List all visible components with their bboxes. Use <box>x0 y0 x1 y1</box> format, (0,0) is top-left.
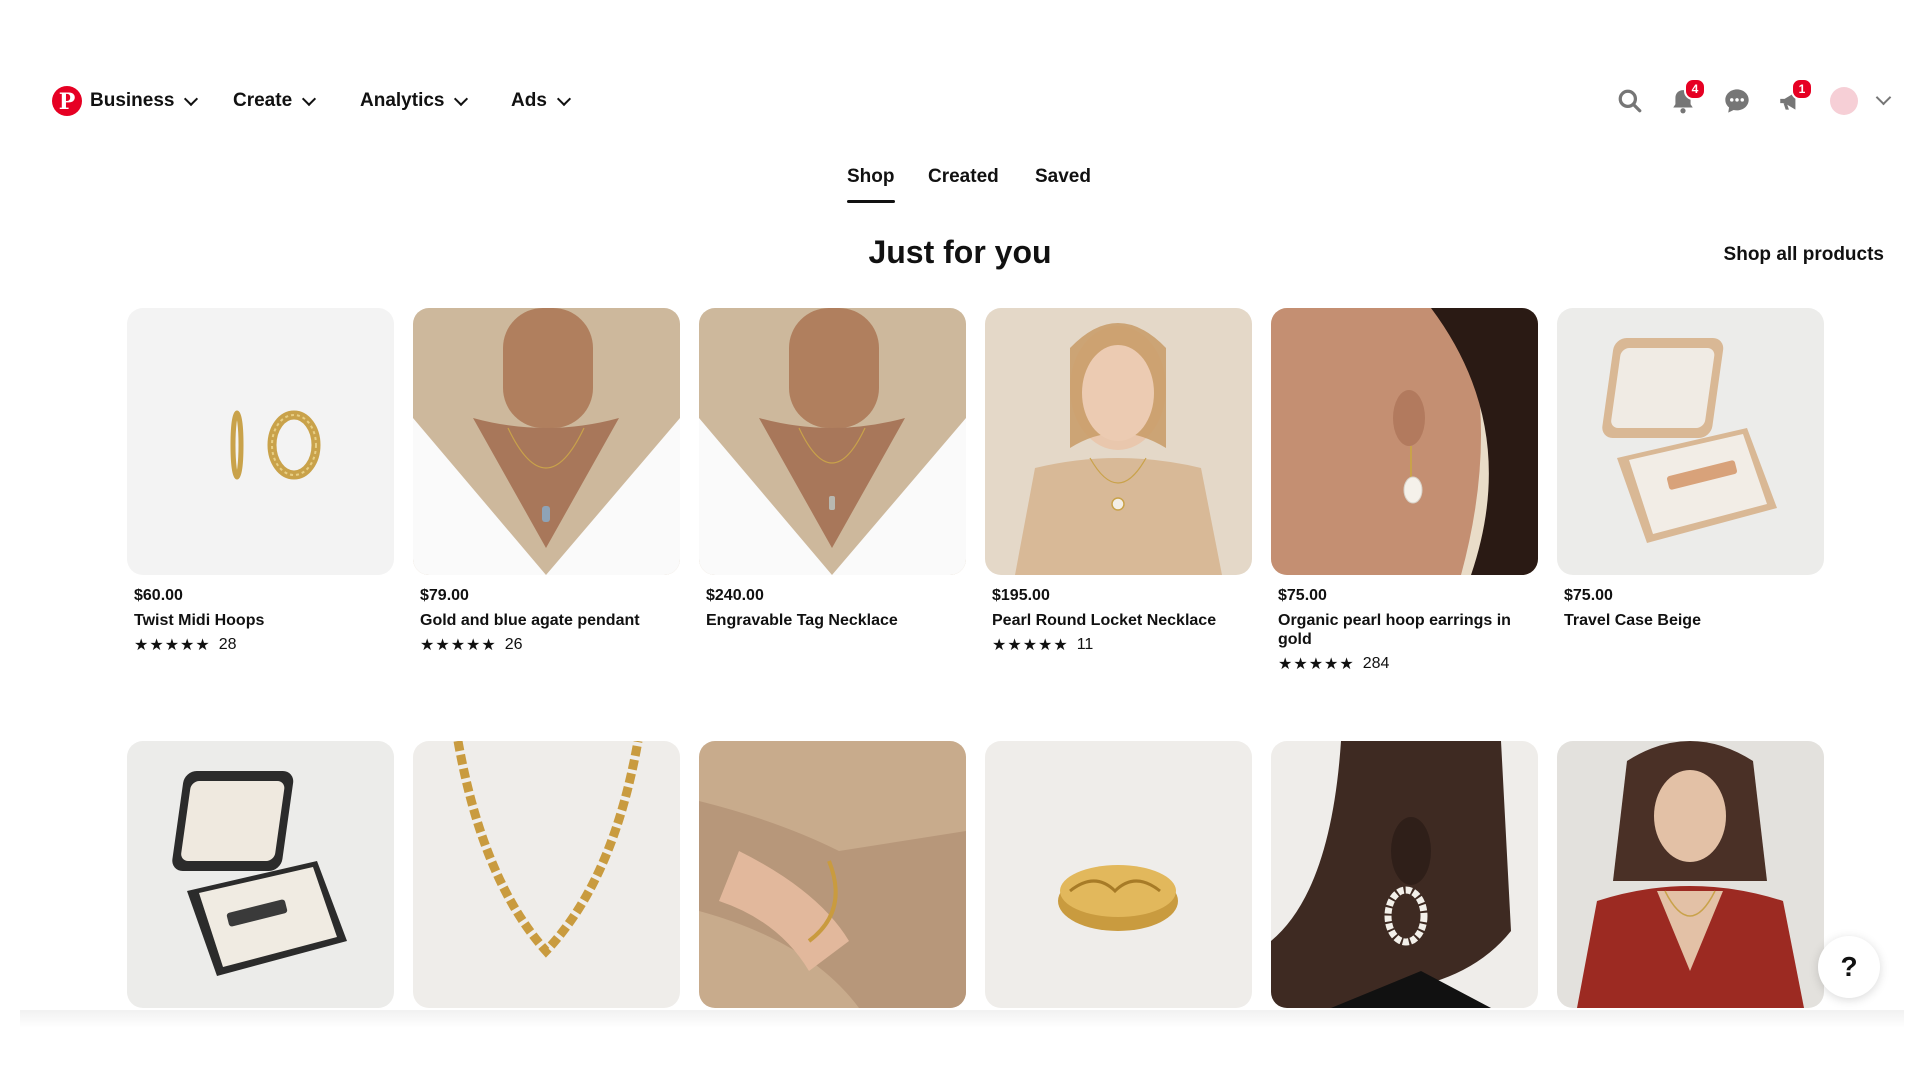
business-label: Business <box>90 90 175 111</box>
tab-shop[interactable]: Shop <box>847 166 895 203</box>
chevron-down-icon <box>556 91 571 106</box>
product-image-gold-chain[interactable] <box>413 741 680 1008</box>
product-image-pearl-hoop-earrings-model[interactable] <box>1271 308 1538 575</box>
product-row: $60.00 Twist Midi Hoops ★★★★★ 28 $79.00 G… <box>127 308 1827 674</box>
search-icon <box>1618 89 1642 113</box>
bottom-shadow <box>20 1010 1904 1028</box>
product-price: $75.00 <box>1278 587 1327 604</box>
updates-button[interactable]: 1 <box>1773 78 1813 118</box>
rating-count: 284 <box>1362 655 1390 672</box>
business-menu[interactable]: Business <box>90 86 199 116</box>
product-image-hoop-earrings[interactable] <box>127 308 394 575</box>
ads-label: Ads <box>511 90 547 111</box>
analytics-menu[interactable]: Analytics <box>360 86 469 116</box>
product-rating: ★★★★★ 11 <box>992 635 1245 655</box>
profile-tabs: Shop Created Saved <box>0 166 1920 206</box>
chat-bubble-icon <box>1725 89 1749 113</box>
product-title: Travel Case Beige <box>1564 612 1701 629</box>
product-grid: $60.00 Twist Midi Hoops ★★★★★ 28 $79.00 G… <box>127 308 1827 1008</box>
rating-stars-icon: ★★★★★ <box>134 637 211 654</box>
product-image-gold-dome-ring[interactable] <box>985 741 1252 1008</box>
product-price: $60.00 <box>134 587 183 604</box>
tab-created[interactable]: Created <box>928 166 999 188</box>
tab-saved[interactable]: Saved <box>1035 166 1091 188</box>
messages-button[interactable] <box>1720 84 1754 118</box>
product-row <box>127 741 1824 1008</box>
rating-stars-icon: ★★★★★ <box>1278 656 1355 673</box>
updates-badge: 1 <box>1791 78 1813 100</box>
product-image-locket-necklace-model[interactable] <box>985 308 1252 575</box>
product-image-gold-cuff-bracelet[interactable] <box>699 741 966 1008</box>
logo-letter: P <box>58 89 76 115</box>
product-card[interactable]: $75.00 Organic pearl hoop earrings in go… <box>1271 308 1538 674</box>
chevron-down-icon <box>454 91 469 106</box>
product-card[interactable]: $79.00 Gold and blue agate pendant ★★★★★… <box>413 308 680 674</box>
product-price: $195.00 <box>992 587 1050 604</box>
product-card[interactable] <box>985 741 1252 1008</box>
help-button[interactable]: ? <box>1818 936 1880 998</box>
chevron-down-icon <box>302 91 317 106</box>
product-card[interactable] <box>1557 741 1824 1008</box>
notifications-badge: 4 <box>1684 78 1706 100</box>
product-image-travel-case-beige[interactable] <box>1557 308 1824 575</box>
ads-menu[interactable]: Ads <box>511 86 571 116</box>
product-image-pearl-hoop-model[interactable] <box>1271 741 1538 1008</box>
product-card[interactable] <box>413 741 680 1008</box>
product-rating: ★★★★★ 28 <box>134 635 387 655</box>
product-image-model-red-top[interactable] <box>1557 741 1824 1008</box>
product-card[interactable] <box>1271 741 1538 1008</box>
rating-stars-icon: ★★★★★ <box>992 637 1069 654</box>
notifications-button[interactable]: 4 <box>1666 78 1706 118</box>
chevron-down-icon <box>184 91 199 106</box>
product-rating: ★★★★★ 284 <box>1278 654 1531 674</box>
product-card[interactable]: $60.00 Twist Midi Hoops ★★★★★ 28 <box>127 308 394 674</box>
product-title: Organic pearl hoop earrings in gold <box>1278 612 1511 648</box>
search-button[interactable] <box>1613 84 1647 118</box>
shop-all-products-link[interactable]: Shop all products <box>1720 244 1884 266</box>
rating-count: 26 <box>504 636 523 653</box>
product-title: Gold and blue agate pendant <box>420 612 640 629</box>
product-card[interactable]: $240.00 Engravable Tag Necklace <box>699 308 966 674</box>
rating-stars-icon: ★★★★★ <box>420 637 497 654</box>
rating-count: 28 <box>218 636 237 653</box>
rating-count: 11 <box>1076 636 1094 653</box>
product-title: Pearl Round Locket Necklace <box>992 612 1217 629</box>
product-price: $79.00 <box>420 587 469 604</box>
pinterest-logo-icon[interactable]: P <box>52 86 82 116</box>
account-chevron-down-icon[interactable] <box>1875 89 1892 106</box>
avatar[interactable] <box>1830 87 1858 115</box>
section-title: Just for you <box>868 234 1052 270</box>
product-card[interactable]: $195.00 Pearl Round Locket Necklace ★★★★… <box>985 308 1252 674</box>
product-image-agate-pendant-model[interactable] <box>413 308 680 575</box>
product-title: Engravable Tag Necklace <box>706 612 898 629</box>
product-card[interactable]: $75.00 Travel Case Beige <box>1557 308 1824 674</box>
header-divider <box>26 226 1910 232</box>
product-image-travel-case-black[interactable] <box>127 741 394 1008</box>
product-image-tag-necklace-model[interactable] <box>699 308 966 575</box>
product-card[interactable] <box>699 741 966 1008</box>
product-rating: ★★★★★ 26 <box>420 635 673 655</box>
product-price: $240.00 <box>706 587 764 604</box>
create-label: Create <box>233 90 293 111</box>
create-menu[interactable]: Create <box>233 86 317 116</box>
analytics-label: Analytics <box>360 90 445 111</box>
product-title: Twist Midi Hoops <box>134 612 265 629</box>
product-price: $75.00 <box>1564 587 1613 604</box>
product-card[interactable] <box>127 741 394 1008</box>
